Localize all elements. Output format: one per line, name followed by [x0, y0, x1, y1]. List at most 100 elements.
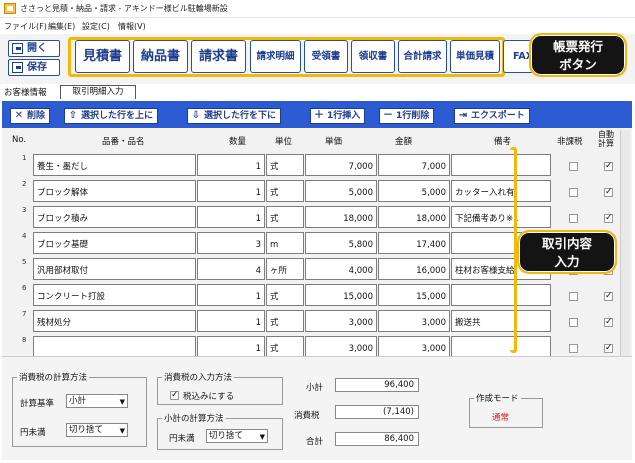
unit-price-estimate-button[interactable]: 単価見積: [450, 40, 500, 73]
cell-unit[interactable]: 式: [266, 206, 304, 228]
cell-unit[interactable]: ヶ所: [266, 258, 304, 280]
cell-item[interactable]: 汎用部材取付: [33, 258, 196, 280]
open-button[interactable]: 開く: [8, 40, 60, 57]
cell-item[interactable]: [33, 336, 196, 356]
cell-price[interactable]: 18,000: [305, 206, 377, 228]
down-arrow-icon: ⇩: [191, 110, 201, 121]
cell-note[interactable]: [451, 284, 551, 306]
taxfree-checkbox[interactable]: [569, 162, 578, 171]
cell-item[interactable]: ブロック積み: [33, 206, 196, 228]
cell-note[interactable]: [451, 336, 551, 356]
invoice-detail-button[interactable]: 請求明細: [250, 40, 301, 73]
cell-unit[interactable]: m: [266, 232, 304, 254]
cell-qty[interactable]: 1: [197, 154, 265, 176]
cell-qty[interactable]: 1: [197, 206, 265, 228]
auto-calc-checkbox[interactable]: ✓: [604, 292, 613, 301]
cell-amount[interactable]: 5,000: [378, 180, 450, 202]
cell-unit[interactable]: 式: [266, 180, 304, 202]
cell-amount[interactable]: 3,000: [378, 310, 450, 332]
move-row-up-button[interactable]: ⇧ 選択した行を上に: [64, 108, 159, 124]
taxfree-checkbox[interactable]: [569, 214, 578, 223]
cell-note[interactable]: カッター入れ有: [451, 180, 551, 202]
cell-note[interactable]: 下記備考あり※1: [451, 206, 551, 228]
total-invoice-button[interactable]: 合計請求: [398, 40, 447, 73]
taxfree-checkbox[interactable]: [569, 292, 578, 301]
cell-unit[interactable]: 式: [266, 310, 304, 332]
row-number: 2: [22, 180, 27, 188]
insert-row-button[interactable]: ＋ 1行挿入: [310, 108, 366, 124]
cell-qty[interactable]: 1: [197, 310, 265, 332]
cell-qty[interactable]: 4: [197, 258, 265, 280]
menu-settings[interactable]: 設定(C): [82, 21, 110, 32]
cell-qty[interactable]: 1: [197, 180, 265, 202]
cell-unit[interactable]: 式: [266, 154, 304, 176]
auto-calc-checkbox[interactable]: ✓: [604, 344, 613, 353]
table-scrollbar[interactable]: [620, 130, 630, 356]
plus-icon: ＋: [314, 110, 324, 121]
cell-price[interactable]: 7,000: [305, 154, 377, 176]
tab-customer-info[interactable]: お客様情報: [4, 86, 47, 98]
menu-file[interactable]: ファイル(F): [4, 21, 47, 32]
save-button[interactable]: 保存: [8, 59, 60, 76]
cell-amount[interactable]: 16,000: [378, 258, 450, 280]
cell-price[interactable]: 15,000: [305, 284, 377, 306]
cell-qty[interactable]: 1: [197, 284, 265, 306]
subtotal-rounding-select[interactable]: 切り捨て ▼: [206, 429, 268, 443]
auto-calc-checkbox[interactable]: ✓: [604, 162, 613, 171]
auto-calc-checkbox[interactable]: ✓: [604, 214, 613, 223]
tax-basis-select[interactable]: 小計 ▼: [66, 394, 128, 408]
table-row[interactable]: 8 1 式 3,000 3,000 ✓: [2, 334, 622, 356]
export-button[interactable]: ⇥ エクスポート: [454, 108, 530, 124]
cell-unit[interactable]: 式: [266, 284, 304, 306]
cell-price[interactable]: 5,000: [305, 180, 377, 202]
cell-qty[interactable]: 1: [197, 336, 265, 356]
tax-inclusive-checkbox[interactable]: ✓: [170, 391, 179, 400]
cell-note[interactable]: [451, 154, 551, 176]
cell-qty[interactable]: 3: [197, 232, 265, 254]
cell-item[interactable]: 養生・墨だし: [33, 154, 196, 176]
table-row[interactable]: 7 残材処分 1 式 3,000 3,000 搬送共 ✓: [2, 308, 622, 334]
cell-amount[interactable]: 17,400: [378, 232, 450, 254]
tab-transaction-detail[interactable]: 取引明細入力: [60, 85, 136, 99]
taxfree-checkbox[interactable]: [569, 318, 578, 327]
menu-edit[interactable]: 編集(E): [48, 21, 75, 32]
cell-price[interactable]: 4,000: [305, 258, 377, 280]
col-header-unit: 単位: [275, 137, 293, 147]
table-row[interactable]: 1 養生・墨だし 1 式 7,000 7,000 ✓: [2, 152, 622, 178]
remove-row-button[interactable]: － 1行削除: [379, 108, 435, 124]
table-row[interactable]: 6 コンクリート打設 1 式 15,000 15,000 ✓: [2, 282, 622, 308]
auto-calc-checkbox[interactable]: ✓: [604, 188, 613, 197]
cell-item[interactable]: ブロック解体: [33, 180, 196, 202]
cell-price[interactable]: 5,800: [305, 232, 377, 254]
col-header-qty: 数量: [229, 137, 247, 147]
taxfree-checkbox[interactable]: [569, 188, 578, 197]
table-row[interactable]: 3 ブロック積み 1 式 18,000 18,000 下記備考あり※1 ✓: [2, 204, 622, 230]
taxfree-checkbox[interactable]: [569, 344, 578, 353]
export-icon: ⇥: [458, 110, 468, 121]
delete-button[interactable]: ✕ 削除: [10, 108, 51, 124]
cell-note[interactable]: 搬送共: [451, 310, 551, 332]
cell-item[interactable]: 残材処分: [33, 310, 196, 332]
col-header-item: 品番・品名: [102, 137, 145, 147]
auto-calc-checkbox[interactable]: ✓: [604, 318, 613, 327]
cell-unit[interactable]: 式: [266, 336, 304, 356]
cell-price[interactable]: 3,000: [305, 310, 377, 332]
delivery-note-button[interactable]: 納品書: [133, 40, 188, 73]
cell-amount[interactable]: 18,000: [378, 206, 450, 228]
invoice-button[interactable]: 請求書: [191, 40, 246, 73]
cell-amount[interactable]: 3,000: [378, 336, 450, 356]
cell-item[interactable]: コンクリート打設: [33, 284, 196, 306]
cell-amount[interactable]: 7,000: [378, 154, 450, 176]
subtotal-label: 小計: [306, 383, 324, 393]
receipt-button[interactable]: 領収書: [351, 40, 395, 73]
cell-item[interactable]: ブロック基礎: [33, 232, 196, 254]
tax-rounding-select[interactable]: 切り捨て ▼: [66, 423, 128, 437]
cell-price[interactable]: 3,000: [305, 336, 377, 356]
estimate-button[interactable]: 見積書: [75, 40, 130, 73]
menu-info[interactable]: 情報(V): [118, 21, 146, 32]
receipt-acknowledgment-button[interactable]: 受領書: [304, 40, 348, 73]
move-row-down-button[interactable]: ⇩ 選択した行を下に: [187, 108, 282, 124]
window-title: ささっと見積・納品・請求 - アキンドー様ビル駐輪場新設: [20, 4, 228, 13]
table-row[interactable]: 2 ブロック解体 1 式 5,000 5,000 カッター入れ有 ✓: [2, 178, 622, 204]
cell-amount[interactable]: 15,000: [378, 284, 450, 306]
